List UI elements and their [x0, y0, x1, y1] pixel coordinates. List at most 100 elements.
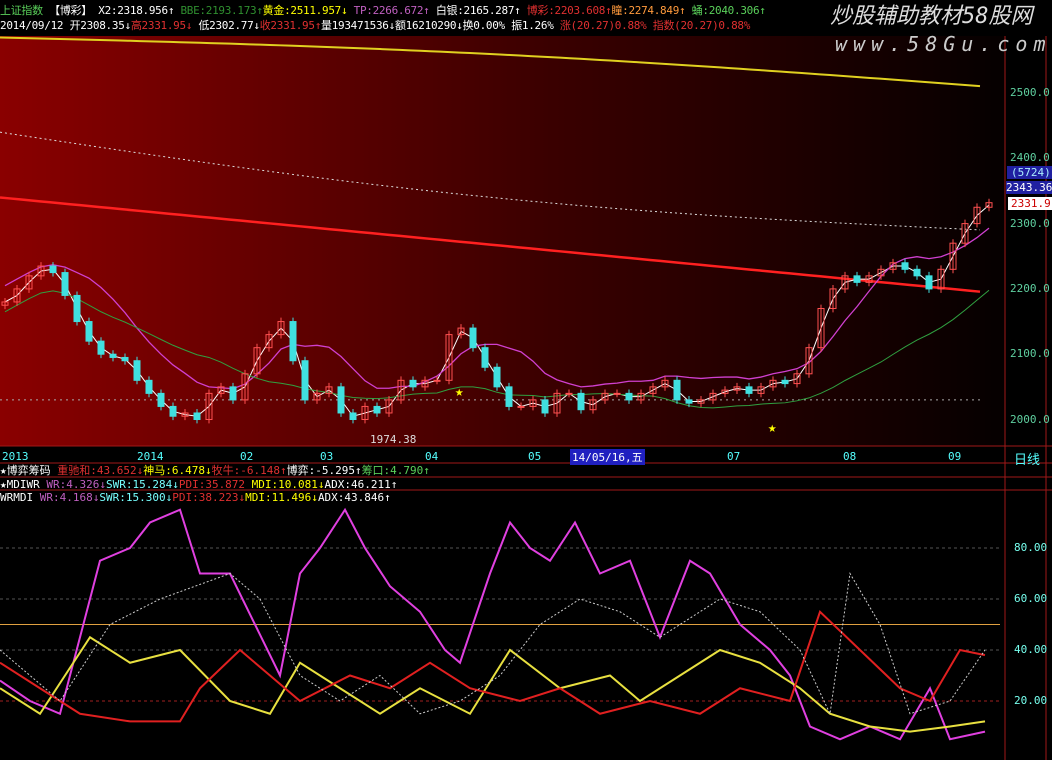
price-tick: 2200.0 — [1010, 281, 1050, 295]
candle-body — [853, 275, 861, 283]
indicator-legend-chips[interactable]: ★博弈筹码 重驰和:43.652↓神马:6.478↓牧牛:-6.148↑博弈:-… — [0, 464, 430, 477]
legend-item: WR:4.326↓ — [46, 478, 106, 491]
price-tick: 2100.0 — [1010, 347, 1050, 361]
legend-item: 黄金:2511.957↓ — [262, 4, 348, 17]
time-label: 08 — [843, 450, 857, 463]
candle-body — [517, 405, 525, 408]
indicator-tick: 80.00 — [1014, 541, 1048, 554]
candle-body — [433, 379, 441, 382]
series-adx-line — [0, 572, 986, 716]
legend-item: WR:4.168↓ — [39, 491, 100, 504]
candle-body — [469, 327, 477, 349]
legend-item: MDI:10.081↓ — [245, 478, 325, 491]
legend-item: 振1.26% — [504, 19, 554, 32]
legend-item: 牧牛:-6.148↑ — [211, 464, 287, 477]
candle-body — [925, 275, 933, 290]
indicator-tick: 60.00 — [1014, 592, 1048, 605]
candle-body — [673, 379, 681, 401]
time-label: 04 — [425, 450, 439, 463]
legend-item: 博彩:2203.608↑ — [520, 4, 612, 17]
legend-item: 量193471536↓ — [321, 19, 395, 32]
series-mdi-line — [0, 635, 986, 733]
price-tick: 2500.0 — [1010, 86, 1050, 99]
legend-item: 重驰和:43.652↓ — [57, 464, 144, 477]
legend-item: 收2331.95↑ — [259, 19, 322, 32]
candle-body — [289, 321, 297, 362]
time-label: 09 — [948, 450, 962, 463]
quote-header-line1: 上证指数 【博彩】 X2:2318.956↑ BBE:2193.173↑黄金:2… — [0, 4, 766, 17]
legend-item: 涨(20.27)0.88% — [553, 19, 647, 32]
candle-body — [505, 386, 513, 407]
quote-header-line2: 2014/09/12 开2308.35↓高2331.95↓ 低2302.77↓收… — [0, 19, 750, 32]
legend-item: 筹口:4.790↑ — [361, 464, 430, 477]
legend-item: 指数(20.27)0.88% — [646, 19, 751, 32]
volume-tag: (5724) — [1007, 166, 1052, 179]
legend-item: WRMDI — [0, 491, 40, 504]
signal-star-icon: ★ — [768, 420, 777, 436]
legend-item: 上证指数 — [0, 4, 43, 17]
candle-body — [685, 399, 693, 404]
cursor-date: 14/05/16,五 — [570, 449, 645, 465]
indicator-tick: 40.00 — [1014, 643, 1048, 656]
candle-body — [625, 392, 633, 401]
series-pdi-line — [0, 609, 986, 723]
candle-body — [913, 268, 921, 277]
legend-item: BBE:2193.173↑ — [174, 4, 263, 17]
legend-item: 神马:6.478↓ — [143, 464, 212, 477]
candle-body — [565, 392, 573, 395]
legend-item: MDI:11.496↓ — [245, 491, 318, 504]
price-tick: 2400.0 — [1010, 151, 1050, 165]
candle-body — [97, 340, 105, 355]
candle-body — [409, 379, 417, 388]
low-price-label: 1974.38 — [370, 433, 417, 446]
legend-item: X2:2318.956↑ — [98, 4, 175, 17]
time-label: 2013 — [2, 450, 29, 463]
legend-item: SWR:15.284↓ — [105, 478, 179, 491]
candle-body — [73, 294, 81, 323]
candle-body — [493, 366, 501, 388]
legend-item: TP:2266.672↑ — [347, 4, 430, 17]
signal-star-icon: ★ — [455, 384, 464, 400]
indicator-legend-wrmdi[interactable]: WRMDI WR:4.168↓SWR:15.300↓PDI:38.223↓MDI… — [0, 491, 391, 504]
time-label: 05 — [528, 450, 542, 463]
candle-body — [613, 392, 621, 395]
candle-body — [577, 392, 585, 411]
candle-body — [373, 405, 381, 414]
legend-item: PDI:38.223↓ — [172, 491, 246, 504]
time-label: 2014 — [137, 450, 164, 463]
candle-body — [121, 356, 129, 362]
legend-item: 瞳:2274.849↑ — [611, 4, 686, 17]
indicator-tick: 20.00 — [1014, 694, 1048, 707]
price-tick: 2000.0 — [1010, 412, 1050, 426]
legend-item: 低2302.77↓ — [192, 19, 260, 32]
watermark-url: www.58Gu.com — [835, 32, 1052, 56]
legend-item: 高2331.95↓ — [130, 19, 193, 32]
indicator-legend-mdiwr[interactable]: ★MDIWR WR:4.326↓SWR:15.284↓PDI:35.872 MD… — [0, 478, 397, 491]
time-label: 03 — [320, 450, 334, 463]
candle-body — [337, 386, 345, 414]
period-button[interactable]: 日线 — [1014, 449, 1040, 468]
legend-item: PDI:35.872 — [178, 478, 246, 491]
legend-item: ★博弈筹码 — [0, 464, 58, 477]
price-tick: 2300.0 — [1010, 216, 1050, 230]
candle-body — [133, 360, 141, 381]
candle-body — [901, 262, 909, 270]
candle-body — [49, 265, 57, 274]
candle-body — [745, 386, 753, 394]
candle-body — [61, 272, 69, 296]
candle-body — [157, 392, 165, 407]
last-price-tag: 2331.9 — [1008, 197, 1052, 210]
legend-item: ADX:46.211↑ — [324, 478, 398, 491]
time-label: 02 — [240, 450, 254, 463]
candle-body — [229, 386, 237, 401]
legend-item: 【博彩】 — [42, 4, 99, 17]
candle-body — [169, 405, 177, 417]
legend-item: 开2308.35↓ — [69, 19, 132, 32]
candle-body — [541, 399, 549, 414]
candle-body — [193, 412, 201, 421]
legend-item: 蛹:2040.306↑ — [685, 4, 766, 17]
chart-canvas[interactable]: ★★ — [0, 0, 1052, 760]
legend-item: 额16210290↓ — [394, 19, 463, 32]
legend-item: 博弈:-5.295↑ — [286, 464, 362, 477]
legend-item: 白银:2165.287↑ — [429, 4, 521, 17]
